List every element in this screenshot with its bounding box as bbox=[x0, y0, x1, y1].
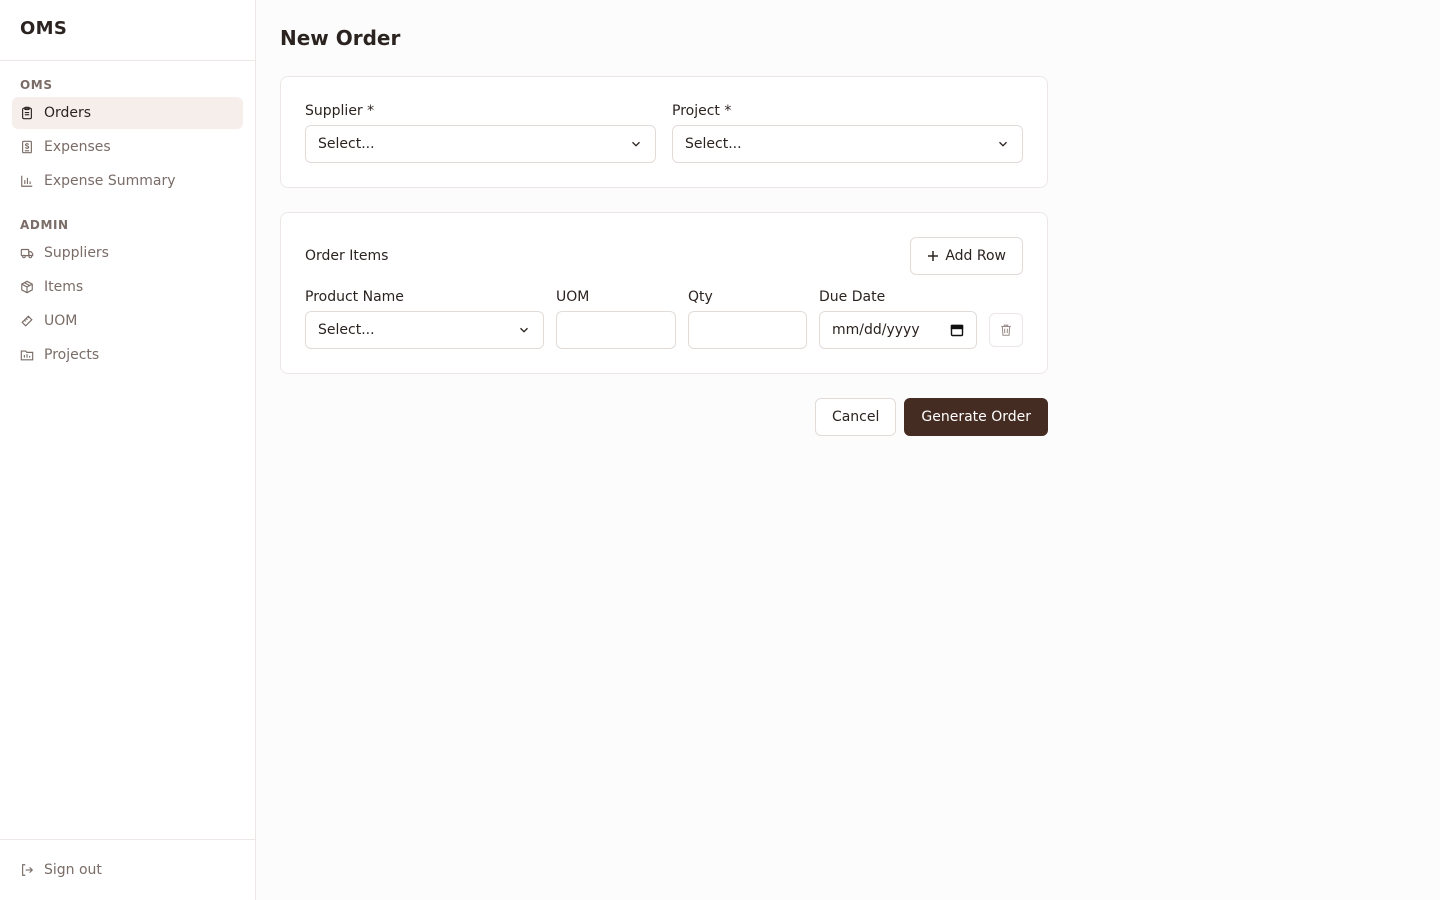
cancel-button[interactable]: Cancel bbox=[814, 398, 897, 436]
sign-out-label: Sign out bbox=[44, 862, 102, 878]
nav-section-admin: ADMIN Suppliers Items UOM Projects bbox=[12, 217, 243, 371]
delete-row-button[interactable] bbox=[989, 313, 1023, 347]
package-icon bbox=[21, 280, 33, 294]
nav-section-label: ADMIN bbox=[20, 218, 69, 232]
product-name-field: Product Name Select... bbox=[305, 287, 544, 349]
uom-label: UOM bbox=[556, 289, 590, 305]
order-item-row: Product Name Select... UOM Qty Due Date bbox=[305, 287, 1023, 349]
order-items-title: Order Items bbox=[305, 248, 389, 264]
project-select[interactable]: Select... bbox=[672, 125, 1023, 163]
sidebar-item-projects[interactable]: Projects bbox=[12, 339, 243, 371]
sidebar-item-items[interactable]: Items bbox=[12, 271, 243, 303]
generate-order-button[interactable]: Generate Order bbox=[904, 398, 1048, 436]
uom-input[interactable] bbox=[556, 311, 676, 349]
clipboard-icon bbox=[22, 106, 32, 120]
supplier-field: Supplier * Select... bbox=[305, 101, 656, 163]
bar-chart-icon bbox=[21, 175, 33, 187]
truck-icon bbox=[20, 248, 34, 259]
add-row-label: Add Row bbox=[945, 248, 1006, 264]
sidebar-item-label: Orders bbox=[44, 105, 92, 121]
add-row-button[interactable]: Add Row bbox=[910, 237, 1023, 275]
uom-field: UOM bbox=[556, 287, 676, 349]
product-name-label: Product Name bbox=[305, 289, 404, 305]
chevron-down-icon bbox=[520, 327, 528, 333]
sidebar-item-label: Items bbox=[44, 279, 84, 295]
form-actions: Cancel Generate Order bbox=[280, 398, 1048, 436]
chevron-down-icon bbox=[999, 141, 1007, 147]
trash-icon bbox=[1001, 324, 1011, 336]
due-date-input[interactable]: mm/dd/yyyy bbox=[819, 311, 977, 349]
qty-input[interactable] bbox=[688, 311, 807, 349]
qty-label: Qty bbox=[688, 289, 713, 305]
sidebar-item-label: Expense Summary bbox=[44, 173, 176, 189]
supplier-label: Supplier * bbox=[305, 103, 375, 119]
receipt-icon bbox=[22, 140, 32, 154]
page-title: New Order bbox=[280, 26, 401, 50]
logout-icon bbox=[22, 864, 34, 876]
product-name-select-value: Select... bbox=[318, 322, 375, 338]
folder-icon bbox=[20, 350, 34, 361]
order-header-card: Supplier * Select... Project * Select... bbox=[280, 76, 1048, 188]
sidebar-item-suppliers[interactable]: Suppliers bbox=[12, 237, 243, 269]
sidebar-item-label: Projects bbox=[44, 347, 100, 363]
product-name-select[interactable]: Select... bbox=[305, 311, 544, 349]
plus-icon bbox=[928, 251, 939, 261]
main-content: New Order Supplier * Select... Project *… bbox=[256, 0, 1440, 900]
sidebar-item-uom[interactable]: UOM bbox=[12, 305, 243, 337]
sidebar-footer: Sign out bbox=[0, 839, 255, 900]
chevron-down-icon bbox=[632, 141, 640, 147]
due-date-placeholder: mm/dd/yyyy bbox=[832, 322, 920, 338]
project-select-value: Select... bbox=[685, 136, 742, 152]
sidebar-nav: OMS Orders Expenses Expense Summary ADMI… bbox=[0, 61, 255, 839]
sidebar-item-orders[interactable]: Orders bbox=[12, 97, 243, 129]
brand-logo: OMS bbox=[0, 0, 255, 61]
sidebar: OMS OMS Orders Expenses Expense Summary bbox=[0, 0, 256, 900]
project-label: Project * bbox=[672, 103, 732, 119]
calendar-icon[interactable] bbox=[950, 323, 964, 337]
sidebar-item-label: Expenses bbox=[44, 139, 111, 155]
supplier-select-value: Select... bbox=[318, 136, 375, 152]
nav-section-oms: OMS Orders Expenses Expense Summary bbox=[12, 77, 243, 197]
sidebar-item-label: Suppliers bbox=[44, 245, 109, 261]
project-field: Project * Select... bbox=[672, 101, 1023, 163]
nav-section-label: OMS bbox=[20, 78, 53, 92]
sidebar-item-expense-summary[interactable]: Expense Summary bbox=[12, 165, 243, 197]
ruler-icon bbox=[21, 315, 33, 327]
sidebar-item-expenses[interactable]: Expenses bbox=[12, 131, 243, 163]
order-items-card: Order Items Add Row Product Name Select.… bbox=[280, 212, 1048, 374]
due-date-label: Due Date bbox=[819, 289, 886, 305]
app-root: OMS OMS Orders Expenses Expense Summary bbox=[0, 0, 1440, 900]
qty-field: Qty bbox=[688, 287, 807, 349]
sign-out-button[interactable]: Sign out bbox=[12, 854, 243, 886]
sidebar-item-label: UOM bbox=[44, 313, 78, 329]
supplier-select[interactable]: Select... bbox=[305, 125, 656, 163]
due-date-field: Due Date mm/dd/yyyy bbox=[819, 287, 977, 349]
